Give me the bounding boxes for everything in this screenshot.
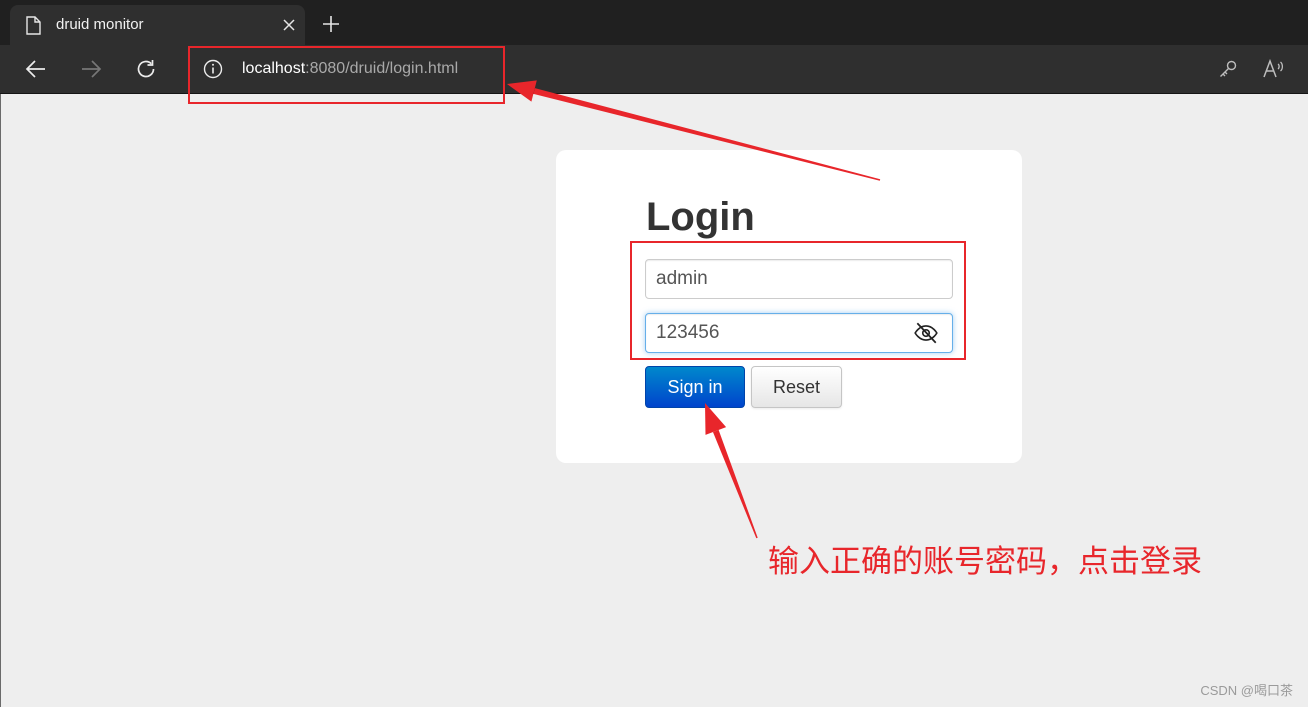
annotation-arrows: [507, 80, 881, 539]
annotation-note: 输入正确的账号密码，点击登录: [768, 544, 1202, 579]
watermark: CSDN @喝口茶: [1200, 683, 1293, 698]
arrow-to-sign-in: [705, 403, 758, 539]
arrow-to-url: [507, 80, 881, 181]
